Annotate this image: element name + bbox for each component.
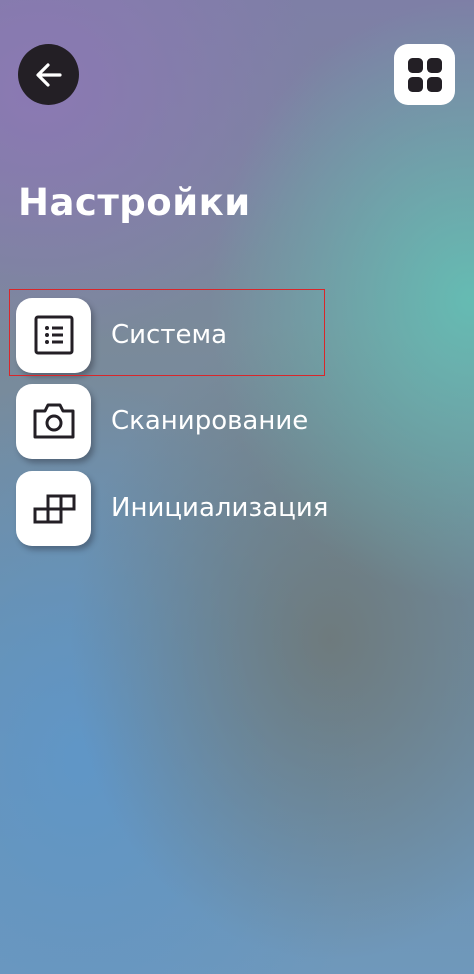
list-icon <box>34 315 73 355</box>
camera-icon <box>33 403 74 439</box>
arrow-left-icon <box>35 62 62 87</box>
grid-icon <box>407 57 442 92</box>
menu-item-label: Сканирование <box>111 406 309 436</box>
blocks-icon <box>33 494 75 524</box>
menu-item-initialization[interactable]: Инициализация <box>16 469 456 547</box>
apps-button[interactable] <box>394 44 455 105</box>
menu-item-label: Система <box>111 320 228 350</box>
menu-icon-box <box>16 470 91 546</box>
back-button[interactable] <box>18 44 79 105</box>
menu-icon-box <box>16 383 91 459</box>
page-title: Настройки <box>18 181 251 224</box>
menu-icon-box <box>16 297 91 373</box>
menu-item-label: Инициализация <box>111 493 329 523</box>
menu-item-system[interactable]: Система <box>16 296 456 374</box>
menu-item-scanning[interactable]: Сканирование <box>16 382 456 460</box>
